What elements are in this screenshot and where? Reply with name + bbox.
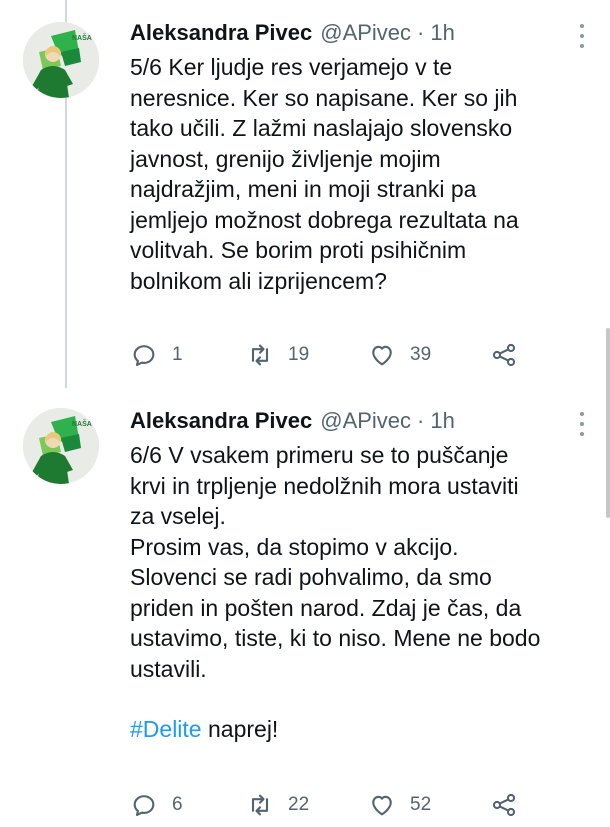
avatar-logo-text: NAŠA DEŽELA <box>72 419 99 428</box>
retweet-button[interactable]: 19 <box>246 340 309 370</box>
tweet-text-content: 6/6 V vsakem primeru se to puščanje krvi… <box>130 442 541 682</box>
retweet-count: 19 <box>288 344 310 365</box>
hashtag-suffix: naprej! <box>201 716 279 742</box>
retweet-icon <box>251 344 269 366</box>
like-button[interactable]: 52 <box>368 790 431 820</box>
hashtag-line: #Delite naprej! <box>130 714 590 745</box>
reply-icon <box>133 345 155 366</box>
share-button[interactable] <box>490 340 518 370</box>
avatar-logo-text: NAŠA DEŽELA <box>72 33 99 42</box>
reply-button[interactable]: 1 <box>130 340 183 370</box>
author-name[interactable]: Aleksandra Pivec <box>130 408 312 434</box>
tweet-header: Aleksandra Pivec @APivec · 1h <box>130 20 455 52</box>
reply-count: 6 <box>172 794 183 815</box>
like-count: 52 <box>410 794 432 815</box>
author-name[interactable]: Aleksandra Pivec <box>130 20 312 46</box>
more-options-icon[interactable] <box>578 412 586 436</box>
scrollbar[interactable] <box>606 328 610 518</box>
avatar-image: NAŠA DEŽELA <box>23 408 99 484</box>
retweet-count: 22 <box>288 794 310 815</box>
reply-icon <box>133 795 155 816</box>
retweet-icon <box>251 794 269 816</box>
heart-icon <box>372 795 392 816</box>
tweet-text-content: 5/6 Ker ljudje res verjamejo v te neresn… <box>130 54 519 294</box>
tweet-text: 5/6 Ker ljudje res verjamejo v te neresn… <box>130 52 590 296</box>
timestamp[interactable]: 1h <box>430 20 454 46</box>
avatar[interactable]: NAŠA DEŽELA <box>23 22 99 98</box>
author-handle[interactable]: @APivec <box>320 20 411 46</box>
tweet[interactable]: NAŠA DEŽELA Aleksandra Pivec @APivec · 1… <box>0 0 610 388</box>
author-handle[interactable]: @APivec <box>320 408 411 434</box>
separator: · <box>417 20 425 45</box>
retweet-button[interactable]: 22 <box>246 790 309 820</box>
avatar-image: NAŠA DEŽELA <box>23 22 99 98</box>
tweet-text: 6/6 V vsakem primeru se to puščanje krvi… <box>130 440 590 745</box>
tweet[interactable]: NAŠA DEŽELA Aleksandra Pivec @APivec · 1… <box>0 388 610 827</box>
avatar[interactable]: NAŠA DEŽELA <box>23 408 99 484</box>
like-button[interactable]: 39 <box>368 340 431 370</box>
timestamp[interactable]: 1h <box>430 408 454 434</box>
more-options-icon[interactable] <box>578 24 586 48</box>
separator: · <box>417 408 425 433</box>
tweet-header: Aleksandra Pivec @APivec · 1h <box>130 408 455 440</box>
share-button[interactable] <box>490 790 518 820</box>
like-count: 39 <box>410 344 432 365</box>
share-icon <box>492 343 516 367</box>
heart-icon <box>372 345 392 366</box>
hashtag-link[interactable]: #Delite <box>130 716 202 742</box>
share-icon <box>492 793 516 817</box>
reply-button[interactable]: 6 <box>130 790 183 820</box>
reply-count: 1 <box>172 344 183 365</box>
